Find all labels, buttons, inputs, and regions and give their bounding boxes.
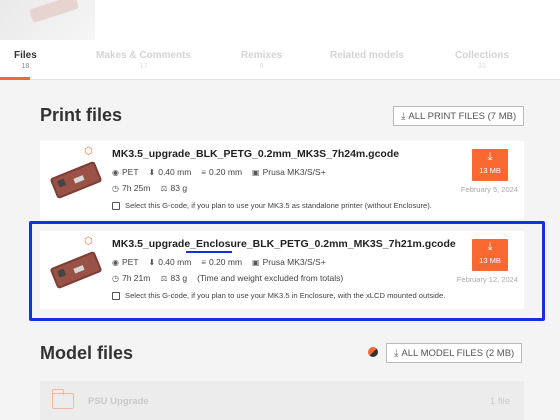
clock-icon: ◷ bbox=[112, 183, 119, 193]
print-files-heading: Print files bbox=[40, 105, 123, 125]
upload-date: February 5, 2024 bbox=[460, 185, 518, 194]
weight-icon: ⚖ bbox=[160, 183, 168, 193]
folder-name: PSU Upgrade bbox=[88, 396, 149, 407]
tab-files[interactable]: Files 18 bbox=[14, 50, 37, 70]
gcode-cube-icon: ⬡ bbox=[84, 146, 93, 157]
material: PET bbox=[121, 167, 139, 177]
tab-label: Files bbox=[14, 50, 37, 61]
tab-count: 0 bbox=[259, 63, 264, 70]
download-icon: ⤓ bbox=[394, 347, 399, 359]
tab-bar: Files 18 Makes & Comments 17 Remixes 0 R… bbox=[0, 40, 560, 80]
tab-count: 33 bbox=[478, 63, 486, 70]
button-label: ALL MODEL FILES (2 MB) bbox=[401, 347, 515, 359]
tab-label: Collections bbox=[455, 50, 509, 61]
print-file-card[interactable]: ⬡ MK3.5_upgrade_BLK_PETG_0.2mm_MK3S_7h24… bbox=[40, 141, 524, 219]
folder-icon bbox=[51, 389, 74, 409]
description-text: Select this G-code, if you plan to use y… bbox=[125, 201, 432, 210]
enclosure-underline bbox=[186, 251, 232, 253]
folder-file-count: 1 file bbox=[489, 396, 510, 407]
button-label: ALL PRINT FILES (7 MB) bbox=[408, 110, 517, 122]
download-button[interactable]: ⤓ 13 MB bbox=[472, 149, 508, 181]
tab-count: 18 bbox=[21, 63, 30, 70]
all-model-files-button[interactable]: ⤓ ALL MODEL FILES (2 MB) bbox=[386, 343, 523, 363]
all-print-files-button[interactable]: ⤓ ALL PRINT FILES (7 MB) bbox=[393, 106, 525, 126]
filament-weight: 83 g bbox=[170, 183, 188, 193]
folder-row[interactable]: PSU Upgrade 1 file bbox=[40, 381, 524, 420]
print-params: ◉ PET ⬇ 0.40 mm ≡ 0.20 mm ▣ Prusa MK3/S/S+ bbox=[112, 167, 326, 177]
selection-highlight bbox=[29, 221, 545, 321]
layer-height-icon: ≡ bbox=[201, 167, 206, 177]
model-thumbnail[interactable] bbox=[0, 0, 95, 40]
active-tab-indicator bbox=[0, 77, 30, 80]
tab-collections[interactable]: Collections 33 bbox=[455, 50, 509, 70]
print-time: 7h 25m bbox=[121, 183, 151, 193]
download-icon: ⤓ bbox=[487, 151, 493, 163]
download-size: 13 MB bbox=[479, 166, 501, 175]
tab-related-models[interactable]: Related models bbox=[330, 50, 404, 63]
tab-makes-comments[interactable]: Makes & Comments 17 bbox=[96, 50, 191, 70]
nozzle-icon: ⬇ bbox=[148, 167, 156, 177]
tab-label: Remixes bbox=[241, 50, 283, 61]
nozzle-size: 0.40 mm bbox=[158, 167, 192, 177]
tab-label: Makes & Comments bbox=[96, 50, 192, 61]
material-icon: ◉ bbox=[112, 167, 119, 177]
file-name[interactable]: MK3.5_upgrade_BLK_PETG_0.2mm_MK3S_7h24m.… bbox=[112, 148, 399, 160]
gcode-thumbnail bbox=[44, 155, 106, 205]
prusa-logo-icon bbox=[368, 347, 378, 357]
file-description: Select this G-code, if you plan to use y… bbox=[112, 201, 432, 210]
tab-label: Related models bbox=[330, 50, 404, 61]
printer-model: Prusa MK3/S/S+ bbox=[262, 167, 326, 177]
tab-count: 17 bbox=[139, 63, 148, 70]
layer-height: 0.20 mm bbox=[208, 167, 243, 177]
note-icon bbox=[112, 201, 120, 210]
tab-remixes[interactable]: Remixes 0 bbox=[241, 50, 282, 70]
model-files-heading: Model files bbox=[40, 343, 134, 363]
download-icon: ⤓ bbox=[401, 110, 406, 122]
hero-strip bbox=[0, 0, 560, 40]
print-stats: ◷ 7h 25m ⚖ 83 g bbox=[112, 183, 197, 193]
printer-icon: ▣ bbox=[252, 167, 260, 177]
